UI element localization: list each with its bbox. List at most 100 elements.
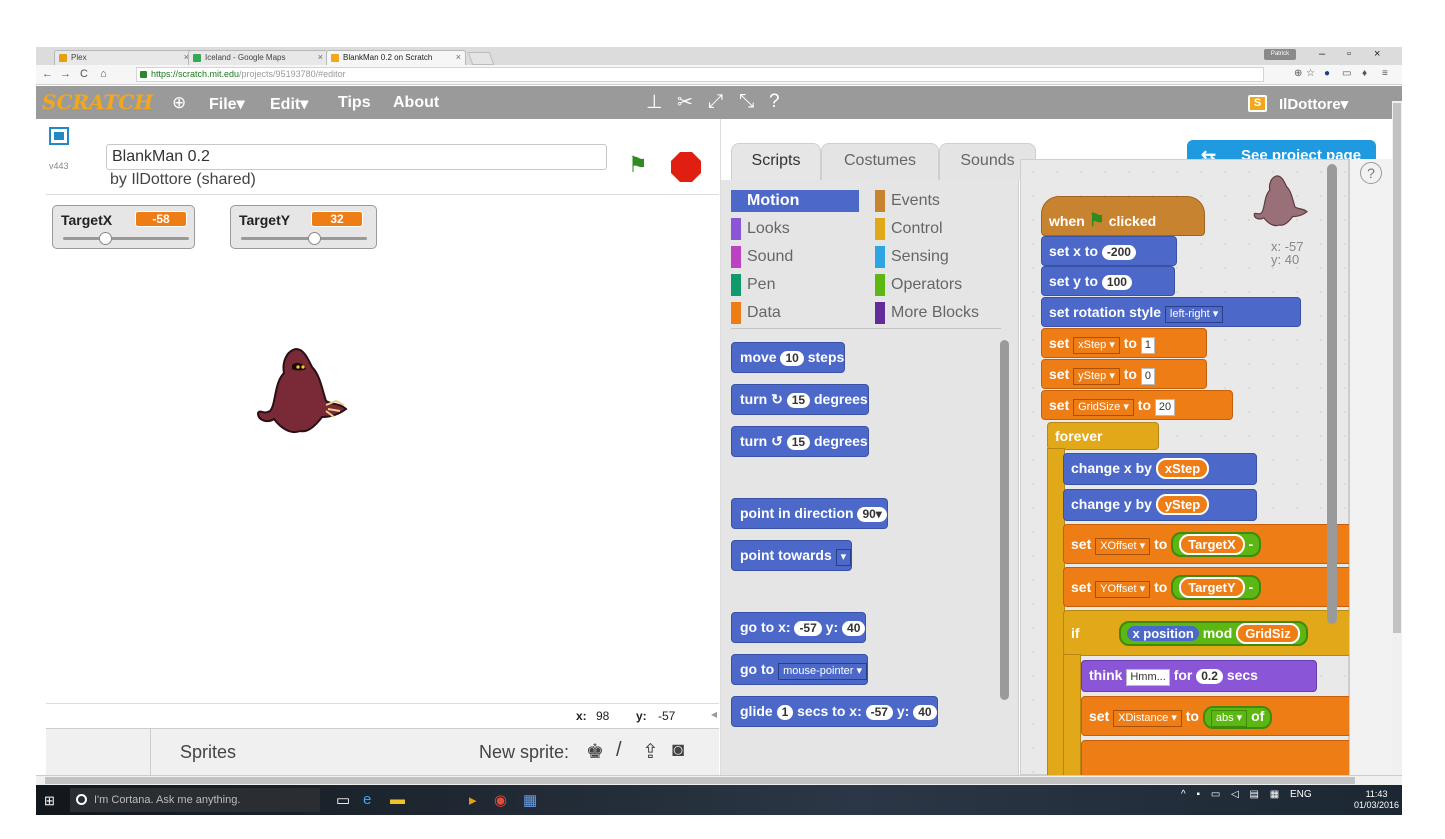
browser-tab-plex[interactable]: Plex × xyxy=(54,50,194,65)
reload-icon[interactable]: C xyxy=(80,68,88,80)
file-explorer-icon[interactable]: ▬ xyxy=(390,791,405,808)
windows-start-icon[interactable]: ⊞ xyxy=(44,793,55,809)
home-icon[interactable]: ⌂ xyxy=(100,68,107,80)
ghost-sprite[interactable] xyxy=(256,345,356,437)
cortana-search-box[interactable]: I'm Cortana. Ask me anything. xyxy=(70,788,320,812)
block-set-xdistance[interactable]: set XDistance ▾ to abs ▾ of xyxy=(1081,696,1353,736)
block-set-y[interactable]: set y to 100 xyxy=(1041,266,1175,296)
network-icon[interactable]: ▪ xyxy=(1196,789,1200,800)
chrome-taskbar-icon[interactable]: ◉ xyxy=(494,791,507,809)
category-events[interactable]: Events xyxy=(875,190,1003,212)
block-set-xstep[interactable]: set xStep ▾ to 1 xyxy=(1041,328,1207,358)
help-question-icon[interactable]: ? xyxy=(1360,162,1382,184)
browser-tab-maps[interactable]: Iceland - Google Maps × xyxy=(188,50,328,65)
my-stuff-folder-icon[interactable]: S xyxy=(1248,95,1267,112)
stage-canvas[interactable]: TargetX -58 TargetY 32 xyxy=(46,194,719,699)
camera-icon[interactable]: ◙ xyxy=(672,739,684,762)
edge-icon[interactable]: e xyxy=(363,791,371,808)
notifications-icon[interactable]: ▤ xyxy=(1250,789,1259,800)
category-control[interactable]: Control xyxy=(875,218,1003,240)
block-point-towards[interactable]: point towards ▾ xyxy=(731,540,853,571)
paint-brush-icon[interactable]: / xyxy=(616,739,622,762)
block-set-gridsize[interactable]: set GridSize ▾ to 20 xyxy=(1041,390,1233,420)
block-turn-right[interactable]: turn ↻ 15 degrees xyxy=(731,384,869,415)
help-block-icon[interactable]: ? xyxy=(769,91,780,113)
extension-icon[interactable]: ● xyxy=(1324,68,1330,79)
block-set-ystep[interactable]: set yStep ▾ to 0 xyxy=(1041,359,1207,389)
block-turn-left[interactable]: turn ↺ 15 degrees xyxy=(731,426,869,457)
block-set-xoffset[interactable]: set XOffset ▾ to TargetX - xyxy=(1063,524,1353,564)
collapse-arrow-icon[interactable]: ◂ xyxy=(711,707,717,721)
block-forever[interactable]: forever xyxy=(1047,422,1159,450)
keyboard-icon[interactable]: ▦ xyxy=(1270,789,1279,800)
block-when-flag-clicked[interactable]: when ⚑ clicked xyxy=(1041,196,1205,236)
new-tab-button[interactable] xyxy=(467,52,495,65)
url-input[interactable]: https://scratch.mit.edu/projects/9519378… xyxy=(136,67,1264,82)
block-move-steps[interactable]: move 10 steps xyxy=(731,342,846,373)
globe-icon[interactable]: ⊕ xyxy=(172,93,186,113)
zoom-icon[interactable]: ⊕ xyxy=(1294,68,1302,79)
project-title-input[interactable]: BlankMan 0.2 xyxy=(106,144,607,170)
block-go-to[interactable]: go to mouse-pointer ▾ xyxy=(731,654,869,685)
grow-icon[interactable]: ⤢ xyxy=(708,91,723,113)
scratch-logo[interactable]: SCRATCH xyxy=(42,90,153,114)
shrink-icon[interactable]: ⤡ xyxy=(739,91,754,113)
close-icon[interactable]: × xyxy=(318,52,323,62)
tab-costumes[interactable]: Costumes xyxy=(821,143,939,180)
minimize-icon[interactable]: – xyxy=(1319,48,1325,60)
block-set-yoffset[interactable]: set YOffset ▾ to TargetY - xyxy=(1063,567,1353,607)
script-area[interactable]: x: -57 y: 40 when ⚑ clicked set x to -20… xyxy=(1020,159,1353,780)
back-icon[interactable]: ← xyxy=(42,68,53,80)
taskbar-clock[interactable]: 11:43 01/03/2016 xyxy=(1354,789,1399,811)
category-more-blocks[interactable]: More Blocks xyxy=(875,302,1003,324)
file-menu[interactable]: File▾ xyxy=(209,94,245,114)
block-go-to-xy[interactable]: go to x: -57 y: 40 xyxy=(731,612,867,643)
page-vertical-scrollbar[interactable] xyxy=(1392,101,1402,775)
page-horizontal-scrollbar[interactable] xyxy=(36,775,1402,785)
browser-tab-scratch[interactable]: BlankMan 0.2 on Scratch × xyxy=(326,50,466,65)
close-window-icon[interactable]: × xyxy=(1374,48,1380,60)
category-sensing[interactable]: Sensing xyxy=(875,246,1003,268)
block-change-x[interactable]: change x by xStep xyxy=(1063,453,1257,485)
block-set-rotation-style[interactable]: set rotation style left-right ▾ xyxy=(1041,297,1301,327)
extension2-icon[interactable]: ♦ xyxy=(1362,68,1367,79)
tips-menu[interactable]: Tips xyxy=(338,94,371,112)
forward-icon[interactable]: → xyxy=(60,68,71,80)
block-glide[interactable]: glide 1 secs to x: -57 y: 40 xyxy=(731,696,938,727)
script-vertical-scrollbar[interactable] xyxy=(1327,164,1337,624)
bookmark-star-icon[interactable]: ☆ xyxy=(1306,68,1315,79)
category-pen[interactable]: Pen xyxy=(731,274,859,296)
green-flag-icon[interactable]: ⚑ xyxy=(628,152,648,178)
chrome-menu-icon[interactable]: ≡ xyxy=(1382,68,1388,79)
category-looks[interactable]: Looks xyxy=(731,218,859,240)
volume-icon[interactable]: ◁ xyxy=(1231,789,1239,800)
category-data[interactable]: Data xyxy=(731,302,859,324)
block-point-in-direction[interactable]: point in direction 90▾ xyxy=(731,498,888,529)
fullscreen-icon[interactable] xyxy=(49,127,69,145)
monitor-slider-track[interactable] xyxy=(241,237,367,240)
battery-icon[interactable]: ▭ xyxy=(1211,789,1220,800)
block-set-x[interactable]: set x to -200 xyxy=(1041,236,1177,266)
about-menu[interactable]: About xyxy=(393,94,439,112)
category-sound[interactable]: Sound xyxy=(731,246,859,268)
palette-scrollbar[interactable] xyxy=(1000,340,1009,700)
profile-button[interactable]: Patrick xyxy=(1264,49,1296,60)
block-think-for-secs[interactable]: think Hmm... for 0.2 secs xyxy=(1081,660,1317,692)
user-menu[interactable]: IlDottore▾ xyxy=(1279,95,1348,113)
variable-monitor-targetx[interactable]: TargetX -58 xyxy=(52,205,195,249)
monitor-slider-knob[interactable] xyxy=(308,232,322,245)
plex-taskbar-icon[interactable]: ▸ xyxy=(469,791,477,809)
duplicate-stamp-icon[interactable]: ⊥ xyxy=(646,91,663,114)
block-change-y[interactable]: change y by yStep xyxy=(1063,489,1257,521)
block-if[interactable]: if x position mod GridSiz xyxy=(1063,610,1353,656)
category-motion[interactable]: Motion xyxy=(731,190,859,212)
maximize-icon[interactable]: ▫ xyxy=(1347,48,1351,60)
tab-scripts[interactable]: Scripts xyxy=(731,143,821,180)
task-view-icon[interactable]: ▭ xyxy=(336,791,350,809)
language-indicator[interactable]: ENG xyxy=(1290,789,1312,800)
cast-icon[interactable]: ▭ xyxy=(1342,68,1351,79)
close-icon[interactable]: × xyxy=(456,52,461,62)
category-operators[interactable]: Operators xyxy=(875,274,1003,296)
variable-monitor-targety[interactable]: TargetY 32 xyxy=(230,205,377,249)
monitor-slider-knob[interactable] xyxy=(98,232,112,245)
